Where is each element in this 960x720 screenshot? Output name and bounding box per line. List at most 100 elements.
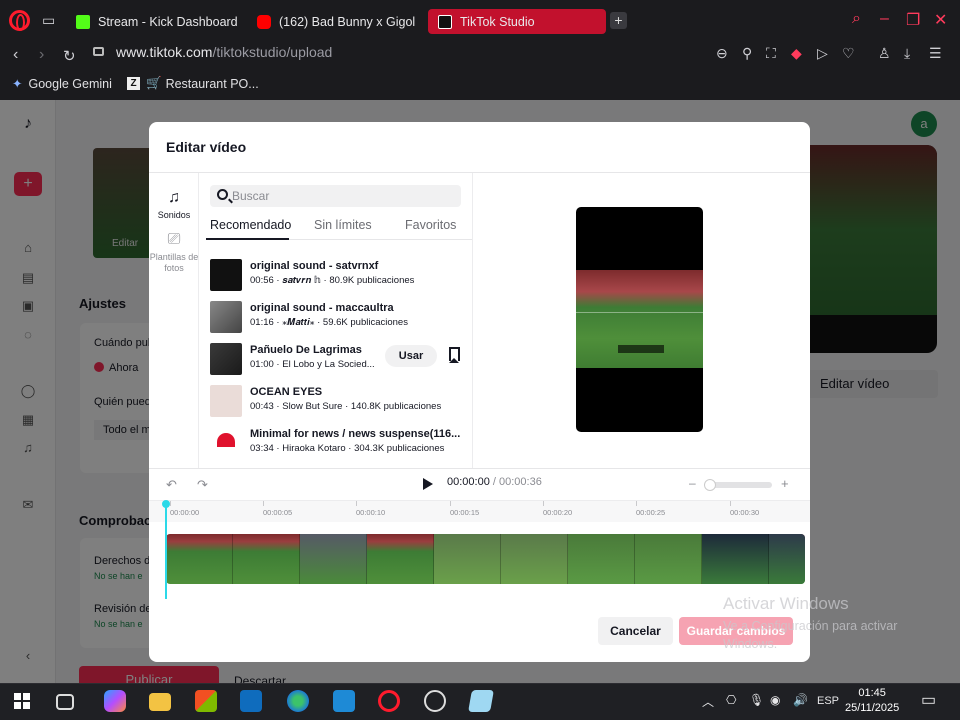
video-preview[interactable]	[576, 207, 703, 432]
url-field[interactable]: www.tiktok.com/tiktokstudio/upload	[116, 44, 332, 60]
back-icon[interactable]: ‹	[13, 46, 18, 64]
file-explorer-icon[interactable]	[149, 693, 171, 711]
zoom-out-button[interactable]: –	[689, 476, 696, 490]
edge-icon[interactable]	[287, 690, 309, 712]
lock-icon	[93, 47, 104, 56]
sound-tabs: Recomendado Sin límites Favoritos	[206, 214, 472, 240]
ruler-tick: 00:00:15	[450, 508, 480, 517]
track-frame	[568, 534, 635, 584]
snapshot-icon[interactable]: ⛶	[766, 45, 776, 62]
z-icon: Z	[127, 77, 140, 90]
edit-video-modal: Editar vídeo ♫ Sonidos ⎚ Plantillas de f…	[149, 122, 810, 662]
forward-icon[interactable]: ›	[39, 46, 44, 64]
track-frame	[166, 534, 233, 584]
tab-label: Stream - Kick Dashboard	[98, 14, 238, 29]
microphone-icon[interactable]: 🎙	[749, 693, 764, 707]
activation-watermark-sub: Ve a Configuración para activar Windows.	[723, 619, 898, 651]
close-icon[interactable]: ✕	[934, 10, 947, 30]
track-frame	[635, 534, 702, 584]
ruler-tick: 00:00:00	[170, 508, 200, 517]
list-item[interactable]: original sound - maccaultra 01:16 · ⁎𝑴𝒂𝒕…	[206, 296, 472, 338]
search-tabs-icon[interactable]: ⌕	[852, 10, 861, 28]
obs-icon[interactable]	[424, 690, 446, 712]
bookmark-gemini[interactable]: ✦ Google Gemini	[12, 76, 112, 92]
undo-icon[interactable]: ↶	[166, 477, 177, 493]
opera-menu-icon[interactable]	[9, 10, 30, 31]
use-sound-button[interactable]: Usar	[385, 345, 437, 367]
zoom-in-button[interactable]: +	[781, 476, 789, 491]
network-icon[interactable]: ◉	[770, 693, 780, 707]
activation-watermark-title: Activar Windows	[723, 594, 849, 613]
notes-app-icon[interactable]	[468, 690, 494, 712]
modal-title: Editar vídeo	[166, 139, 247, 155]
sound-list: original sound - satvrnxf 00:56 · 𝒔𝒂𝒕𝒗𝒓𝒏…	[206, 240, 472, 468]
volume-icon[interactable]: 🔊	[793, 693, 808, 707]
pin-icon[interactable]: ⚲	[742, 45, 752, 62]
sound-thumbnail	[210, 259, 242, 291]
flow-icon[interactable]: ▷	[817, 45, 828, 62]
tab-label: (162) Bad Bunny x Gigolo	[279, 14, 415, 29]
tab-favorites[interactable]: Favoritos	[405, 218, 456, 232]
tray-chevron-icon[interactable]: ︿	[702, 693, 714, 710]
notifications-icon[interactable]: ▭	[921, 690, 936, 710]
zoom-out-icon[interactable]: ⊖	[716, 45, 728, 62]
gamepad-icon[interactable]: ▭	[42, 12, 55, 29]
video-frame	[576, 270, 703, 368]
playback-time: 00:00:00 / 00:00:36	[447, 476, 542, 488]
download-icon[interactable]: ⤓	[904, 45, 910, 62]
list-item[interactable]: Minimal for news / news suspense(116... …	[206, 422, 472, 464]
photo-template-icon: ⎚	[167, 231, 181, 248]
reload-icon[interactable]: ↻	[63, 47, 76, 65]
track-frame	[300, 534, 367, 584]
sidebar-item-sounds[interactable]: ♫ Sonidos	[149, 189, 199, 221]
tray-device-icon[interactable]: ⎔	[726, 693, 736, 707]
outlook-icon[interactable]	[240, 690, 262, 712]
timeline-ruler: 00:00:00 00:00:05 00:00:10 00:00:15 00:0…	[149, 500, 810, 522]
store-icon[interactable]	[195, 690, 217, 712]
zoom-slider-handle[interactable]	[704, 479, 716, 491]
list-item[interactable]: OCEAN EYES 00:43 · Slow But Sure · 140.8…	[206, 380, 472, 422]
windows-start-icon[interactable]	[14, 693, 30, 709]
vpn-icon[interactable]: ◆	[791, 45, 802, 62]
list-item[interactable]: original sound - satvrnxf 00:56 · 𝒔𝒂𝒕𝒗𝒓𝒏…	[206, 254, 472, 296]
browser-tab-bar: ▭ Stream - Kick Dashboard (162) Bad Bunn…	[0, 0, 960, 40]
clock[interactable]: 01:45 25/11/2025	[845, 686, 899, 716]
opera-taskbar-icon[interactable]	[378, 690, 400, 712]
profile-icon[interactable]: ♙	[878, 45, 891, 62]
copilot-icon[interactable]	[104, 690, 126, 712]
ruler-tick: 00:00:30	[730, 508, 760, 517]
bookmark-icon[interactable]	[449, 347, 460, 363]
list-item[interactable]: Pañuelo De Lagrimas 01:00 · El Lobo y La…	[206, 338, 472, 380]
redo-icon[interactable]: ↷	[197, 477, 208, 493]
editor-sidebar: ♫ Sonidos ⎚ Plantillas de fotos	[149, 173, 199, 468]
heart-icon[interactable]: ♡	[842, 45, 855, 62]
ruler-tick: 00:00:20	[543, 508, 573, 517]
tab-kick[interactable]: Stream - Kick Dashboard	[76, 9, 246, 34]
sound-search[interactable]	[210, 185, 461, 207]
task-view-icon[interactable]	[56, 694, 74, 710]
ruler-tick: 00:00:10	[356, 508, 386, 517]
cancel-button[interactable]: Cancelar	[598, 617, 673, 645]
gemini-icon: ✦	[12, 77, 23, 91]
search-input[interactable]	[232, 185, 452, 207]
vscode-icon[interactable]	[333, 690, 355, 712]
tab-recommended[interactable]: Recomendado	[210, 218, 291, 232]
video-track[interactable]	[166, 534, 805, 584]
easy-setup-icon[interactable]: ☰	[929, 45, 942, 62]
track-frame	[501, 534, 568, 584]
maximize-icon[interactable]: ❐	[906, 10, 920, 30]
sidebar-item-photo-templates[interactable]: ⎚ Plantillas de fotos	[149, 231, 199, 274]
playhead[interactable]	[162, 500, 170, 599]
tab-tiktok-studio[interactable]: TikTok Studio	[428, 9, 606, 34]
ruler-tick: 00:00:05	[263, 508, 293, 517]
tab-unlimited[interactable]: Sin límites	[314, 218, 372, 232]
minimize-icon[interactable]: –	[880, 10, 889, 28]
track-frame	[769, 534, 805, 584]
kick-icon	[76, 14, 90, 29]
music-note-icon: ♫	[168, 189, 180, 206]
bookmark-restaurant[interactable]: Z 🛒 Restaurant PO...	[127, 76, 259, 91]
tab-youtube[interactable]: (162) Bad Bunny x Gigolo	[257, 9, 415, 34]
language-indicator[interactable]: ESP	[817, 695, 839, 707]
new-tab-button[interactable]: +	[610, 12, 627, 29]
play-icon[interactable]	[423, 478, 433, 490]
